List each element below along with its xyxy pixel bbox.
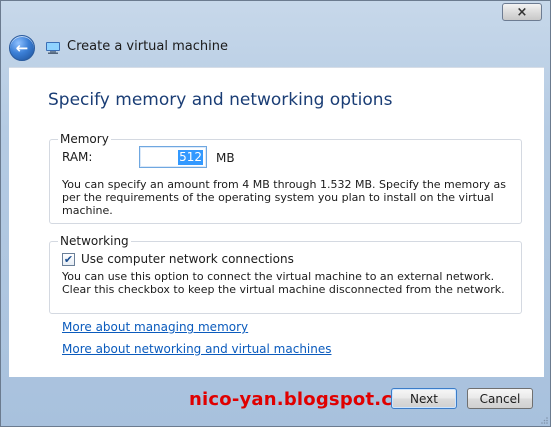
page-title: Specify memory and networking options: [48, 90, 393, 110]
cancel-button-label: Cancel: [479, 391, 521, 406]
window-title: Create a virtual machine: [67, 39, 228, 54]
cancel-button[interactable]: Cancel: [467, 388, 533, 409]
ram-label: RAM:: [62, 150, 93, 164]
wizard-content: Specify memory and networking options Me…: [9, 67, 544, 377]
ram-unit: MB: [216, 151, 235, 165]
create-virtual-machine-window: × ← Create a virtual machine Specify mem…: [0, 0, 551, 427]
networking-legend: Networking: [58, 234, 131, 248]
back-button[interactable]: ←: [9, 35, 35, 61]
next-button-label: Next: [410, 391, 438, 406]
back-arrow-icon: ←: [15, 39, 29, 57]
memory-description: You can specify an amount from 4 MB thro…: [62, 178, 506, 217]
watermark-text: nico-yan.blogspot.com: [189, 389, 424, 410]
network-checkbox-row[interactable]: ✔ Use computer network connections: [62, 251, 294, 267]
close-icon: ×: [516, 4, 528, 20]
networking-group: Networking ✔ Use computer network connec…: [49, 234, 522, 314]
networking-description: You can use this option to connect the v…: [62, 270, 505, 296]
ram-input-value: 512: [178, 149, 203, 165]
networking-virtual-machines-link[interactable]: More about networking and virtual machin…: [62, 342, 332, 356]
next-button[interactable]: Next: [391, 388, 457, 409]
ram-input[interactable]: 512: [139, 146, 207, 168]
virtual-machine-icon: [46, 42, 60, 54]
memory-group: Memory RAM: 512 MB You can specify an am…: [49, 132, 522, 224]
managing-memory-link[interactable]: More about managing memory: [62, 320, 248, 334]
close-button[interactable]: ×: [502, 3, 542, 21]
resize-grip-icon[interactable]: [540, 416, 548, 424]
network-connections-label[interactable]: Use computer network connections: [81, 251, 294, 267]
network-connections-checkbox[interactable]: ✔: [62, 252, 75, 266]
memory-legend: Memory: [58, 132, 111, 146]
title-bar: × ← Create a virtual machine: [1, 1, 550, 67]
checkmark-icon: ✔: [63, 252, 74, 266]
